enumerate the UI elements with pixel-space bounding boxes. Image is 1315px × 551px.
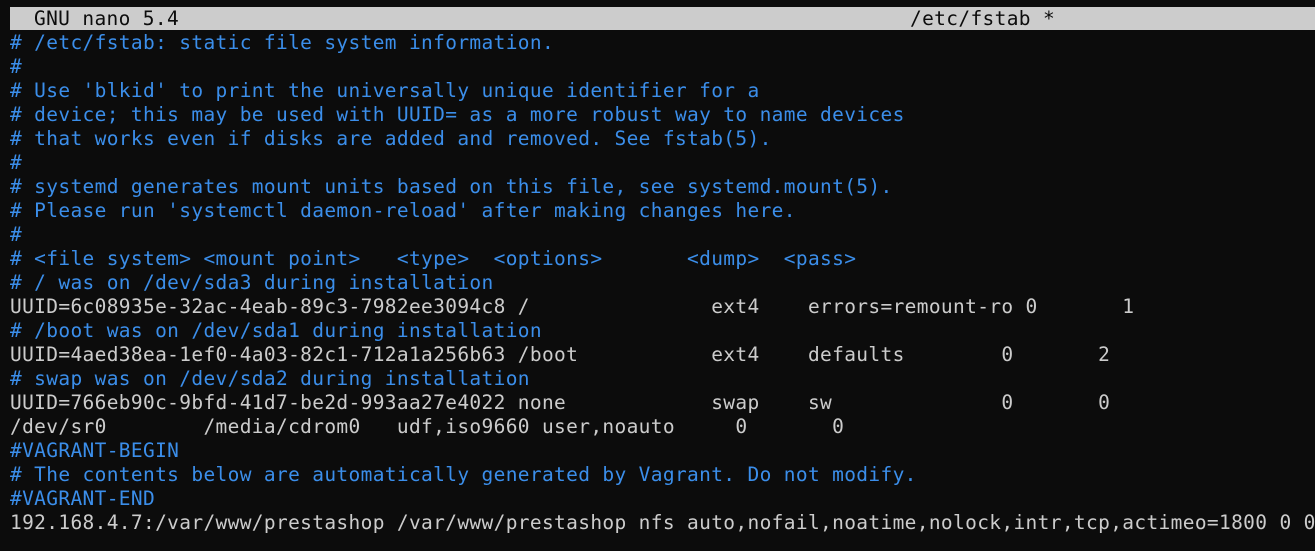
- comment-line[interactable]: # /etc/fstab: static file system informa…: [10, 31, 1315, 55]
- file-name-label: /etc/fstab *: [910, 7, 1056, 30]
- config-line[interactable]: UUID=4aed38ea-1ef0-4a03-82c1-712a1a256b6…: [10, 343, 1315, 367]
- text-buffer[interactable]: # /etc/fstab: static file system informa…: [10, 31, 1315, 535]
- comment-line[interactable]: #VAGRANT-END: [10, 487, 1315, 511]
- comment-line[interactable]: #: [10, 223, 1315, 247]
- nano-editor-window[interactable]: GNU nano 5.4 /etc/fstab * # /etc/fstab: …: [0, 0, 1315, 551]
- comment-line[interactable]: #VAGRANT-BEGIN: [10, 439, 1315, 463]
- comment-line[interactable]: # /boot was on /dev/sda1 during installa…: [10, 319, 1315, 343]
- comment-line[interactable]: # The contents below are automatically g…: [10, 463, 1315, 487]
- config-line[interactable]: /dev/sr0 /media/cdrom0 udf,iso9660 user,…: [10, 415, 1315, 439]
- comment-line[interactable]: #: [10, 151, 1315, 175]
- comment-line[interactable]: # Use 'blkid' to print the universally u…: [10, 79, 1315, 103]
- nano-title-bar: GNU nano 5.4 /etc/fstab *: [10, 7, 1315, 30]
- comment-line[interactable]: # systemd generates mount units based on…: [10, 175, 1315, 199]
- comment-line[interactable]: # Please run 'systemctl daemon-reload' a…: [10, 199, 1315, 223]
- config-line[interactable]: 192.168.4.7:/var/www/prestashop /var/www…: [10, 511, 1315, 535]
- editor-version-label: GNU nano 5.4: [34, 7, 180, 30]
- comment-line[interactable]: # device; this may be used with UUID= as…: [10, 103, 1315, 127]
- config-line[interactable]: UUID=766eb90c-9bfd-41d7-be2d-993aa27e402…: [10, 391, 1315, 415]
- comment-line[interactable]: # <file system> <mount point> <type> <op…: [10, 247, 1315, 271]
- comment-line[interactable]: # that works even if disks are added and…: [10, 127, 1315, 151]
- config-line[interactable]: UUID=6c08935e-32ac-4eab-89c3-7982ee3094c…: [10, 295, 1315, 319]
- comment-line[interactable]: #: [10, 55, 1315, 79]
- comment-line[interactable]: # / was on /dev/sda3 during installation: [10, 271, 1315, 295]
- comment-line[interactable]: # swap was on /dev/sda2 during installat…: [10, 367, 1315, 391]
